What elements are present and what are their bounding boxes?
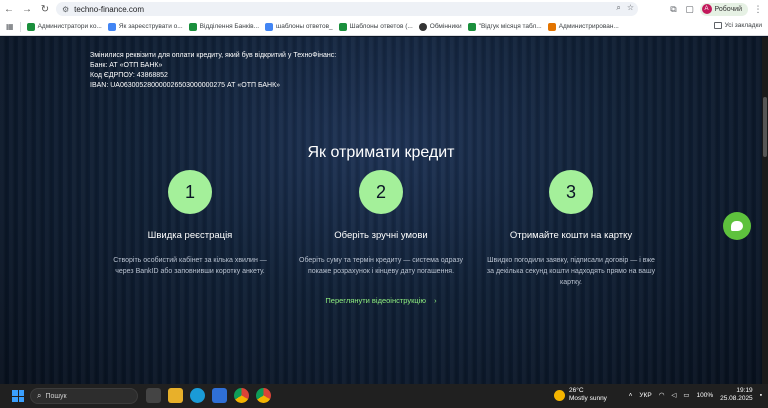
notification-icon[interactable]: ▪ <box>760 392 762 399</box>
bookmark-item[interactable]: шаблоны ответов_ <box>265 22 333 31</box>
page-content: Змінилися реквізити для оплати кредиту, … <box>0 37 762 384</box>
task-view-icon[interactable] <box>146 388 161 403</box>
step-2: 2 Оберіть зручні умови Оберіть суму та т… <box>291 170 471 277</box>
step-title: Швидка реєстрація <box>147 230 233 241</box>
battery-percent: 100% <box>696 391 714 399</box>
weather-widget[interactable]: 26°C Mostly sunny <box>554 387 607 403</box>
weather-temp: 26°C <box>569 387 584 394</box>
file-explorer-icon[interactable] <box>168 388 183 403</box>
windows-start-icon[interactable] <box>12 390 24 402</box>
store-icon[interactable] <box>212 388 227 403</box>
step-number-badge: 3 <box>549 170 593 214</box>
folder-icon <box>713 22 722 29</box>
docs-icon <box>265 22 274 31</box>
volume-icon[interactable]: ◁ <box>671 391 676 399</box>
step-1: 1 Швидка реєстрація Створіть особистий к… <box>100 170 280 277</box>
chrome-icon[interactable] <box>256 388 271 403</box>
clock[interactable]: 19:19 25.08.2025 <box>720 387 753 403</box>
bookmark-item[interactable]: Як зареєструвати о... <box>107 22 183 31</box>
chat-button[interactable] <box>723 212 751 240</box>
sheets-icon <box>188 22 197 31</box>
reload-icon[interactable]: ↻ <box>36 0 54 18</box>
forward-icon[interactable]: → <box>18 0 36 18</box>
avatar: А <box>701 4 712 14</box>
step-number-badge: 1 <box>168 170 212 214</box>
profile-button[interactable]: А Робочий <box>699 2 748 16</box>
sun-icon <box>554 389 565 401</box>
sheets-icon <box>338 22 347 31</box>
battery-icon[interactable]: ▭ <box>683 391 689 399</box>
profile-name: Робочий <box>714 5 742 13</box>
tabs-icon[interactable]: ▢ <box>684 4 696 15</box>
chrome-icon[interactable] <box>234 388 249 403</box>
chat-bubble-icon <box>731 221 743 231</box>
bookmarks-bar: ▦ Администратори ко... Як зареєструвати … <box>0 18 768 36</box>
browser-toolbar: ← → ↻ ⚙ techno-finance.com ⌕ ☆ ⧉ ▢ А Роб… <box>0 0 768 18</box>
bookmark-item[interactable]: Шаблоны ответов (... <box>338 22 413 31</box>
wifi-icon[interactable]: ◠ <box>659 391 665 399</box>
address-bar[interactable]: ⚙ techno-finance.com ⌕ ☆ <box>56 2 638 16</box>
back-icon[interactable]: ← <box>0 0 18 18</box>
language-indicator[interactable]: УКР <box>639 392 651 399</box>
edge-icon[interactable] <box>190 388 205 403</box>
bookmark-item[interactable]: Администрирован... <box>547 22 619 31</box>
weather-desc: Mostly sunny <box>569 395 607 402</box>
step-title: Оберіть зручні умови <box>334 230 428 241</box>
docs-icon <box>107 22 116 31</box>
search-placeholder: Пошук <box>45 392 67 400</box>
page-scrollbar[interactable] <box>762 37 768 384</box>
zoom-icon[interactable]: ⌕ <box>616 3 620 13</box>
windows-taskbar: ⌕ Пошук 26°C Mostly sunny ˄ УКР ◠ ◁ ▭ 10… <box>0 384 768 408</box>
chevron-up-icon[interactable]: ˄ <box>629 392 633 399</box>
bookmarks-divider <box>19 21 21 32</box>
bookmark-star-icon[interactable]: ☆ <box>627 3 634 13</box>
url-text: techno-finance.com <box>74 4 144 14</box>
sheets-icon <box>467 22 476 31</box>
menu-icon[interactable]: ⋮ <box>752 4 764 15</box>
github-icon <box>418 22 427 31</box>
step-description: Створіть особистий кабінет за кілька хви… <box>113 257 267 275</box>
video-instruction-link[interactable]: Переглянути відеоінструкцію › <box>0 296 762 305</box>
extensions-icon[interactable]: ⧉ <box>668 4 680 15</box>
scrollbar-thumb[interactable] <box>763 97 767 157</box>
section-heading: Як отримати кредит <box>307 144 455 161</box>
sheets-icon <box>26 22 35 31</box>
system-tray: ˄ УКР ◠ ◁ ▭ 100% 19:19 25.08.2025 ▪ <box>629 387 762 403</box>
chevron-right-icon: › <box>434 296 437 305</box>
all-bookmarks-button[interactable]: Усі закладки <box>713 22 762 29</box>
step-description: Оберіть суму та термін кредиту — система… <box>299 257 463 275</box>
bookmark-item[interactable]: Відділення Банків... <box>188 22 259 31</box>
bookmark-item[interactable]: "Відгук місяця табл... <box>467 22 542 31</box>
folder-icon <box>547 22 556 31</box>
step-title: Отримайте кошти на картку <box>509 230 633 241</box>
search-icon: ⌕ <box>37 391 42 400</box>
payment-details-notice: Змінилися реквізити для оплати кредиту, … <box>90 52 337 89</box>
site-info-icon[interactable]: ⚙ <box>62 5 69 14</box>
taskbar-search[interactable]: ⌕ Пошук <box>30 388 138 404</box>
apps-icon[interactable]: ▦ <box>6 22 14 31</box>
step-3: 3 Отримайте кошти на картку Швидко погод… <box>481 170 661 288</box>
bookmark-item[interactable]: Администратори ко... <box>26 22 102 31</box>
step-number-badge: 2 <box>359 170 403 214</box>
step-description: Швидко погодили заявку, підписали догові… <box>486 257 656 286</box>
bookmark-item[interactable]: Обмінники <box>418 22 462 31</box>
